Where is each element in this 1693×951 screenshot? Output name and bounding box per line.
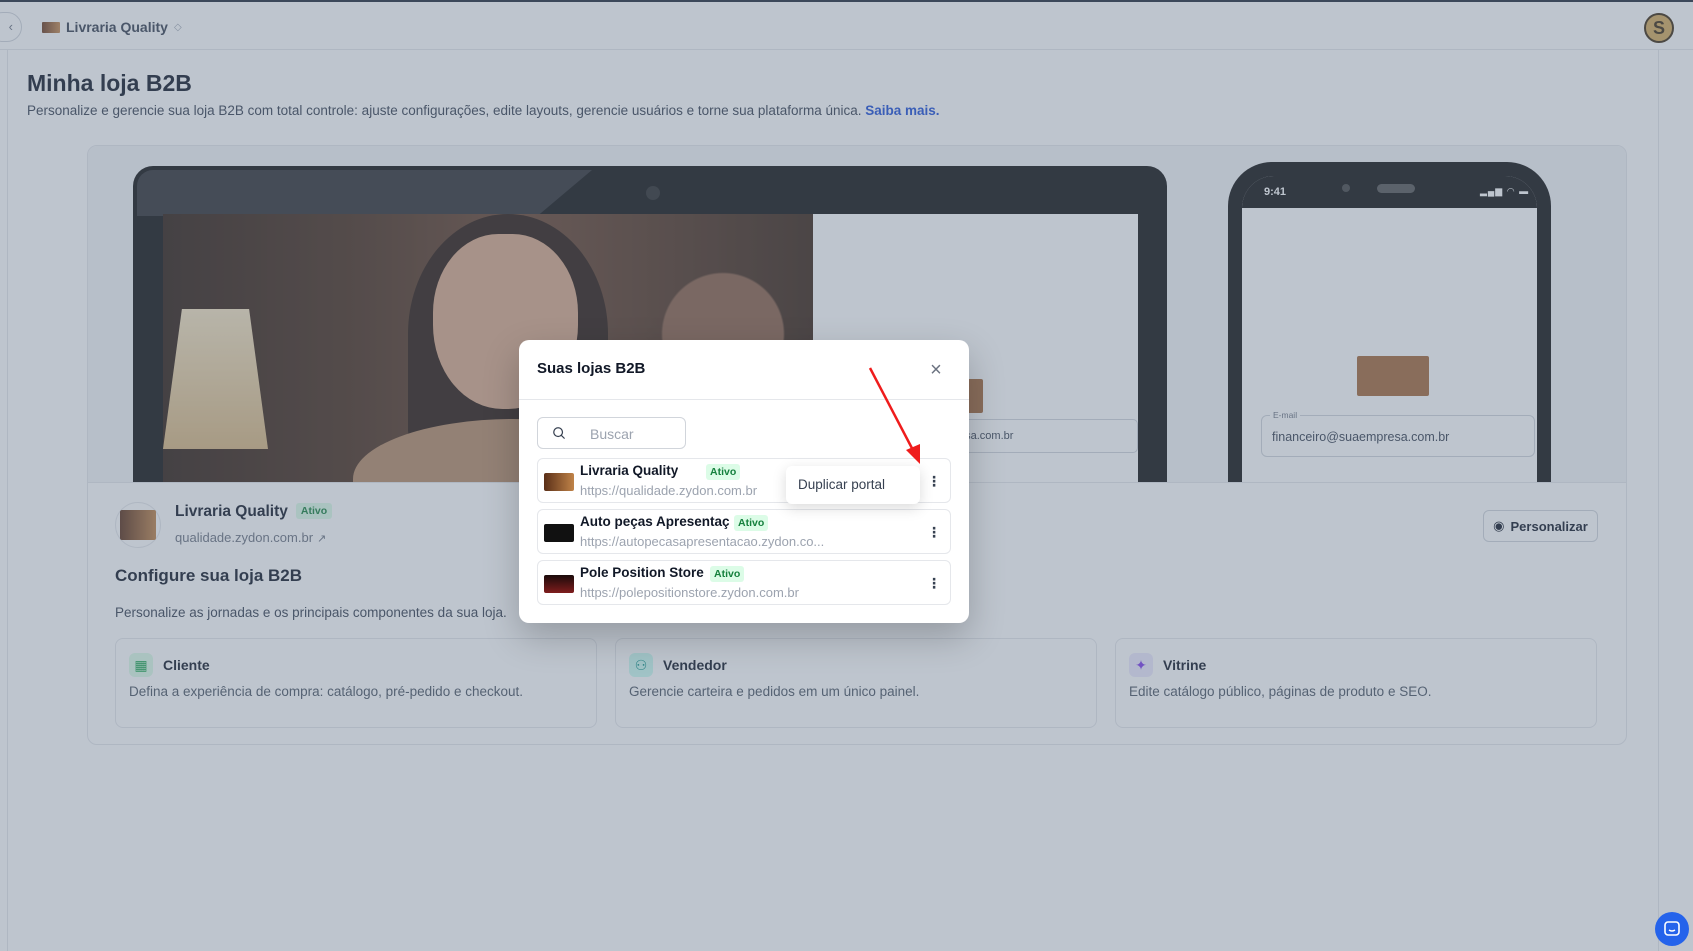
chat-support-button[interactable] (1655, 912, 1689, 946)
store-logo (544, 473, 574, 491)
modal-title: Suas lojas B2B (537, 360, 646, 377)
annotation-arrow-icon (868, 367, 920, 464)
close-icon[interactable]: × (924, 358, 948, 382)
more-vertical-icon[interactable]: ⋮ (924, 571, 944, 595)
store-row-pole-position[interactable]: Pole Position Store Ativo https://polepo… (537, 560, 951, 605)
search-box (537, 417, 686, 449)
store-row-auto-pecas[interactable]: Auto peças Apresentaç Ativo https://auto… (537, 509, 951, 554)
store-logo (544, 575, 574, 593)
search-input[interactable] (590, 424, 680, 444)
store-row-name: Auto peças Apresentaç (580, 514, 730, 529)
store-row-url: https://polepositionstore.zydon.com.br (580, 585, 799, 600)
chat-icon (1664, 921, 1680, 936)
status-badge: Ativo (706, 464, 741, 480)
more-vertical-icon[interactable]: ⋮ (924, 520, 944, 544)
store-row-url: https://qualidade.zydon.com.br (580, 483, 758, 498)
duplicate-portal-tooltip[interactable]: Duplicar portal (786, 466, 920, 504)
store-row-url: https://autopecasapresentacao.zydon.co..… (580, 534, 825, 549)
store-row-name: Livraria Quality (580, 463, 679, 478)
store-logo (544, 524, 574, 542)
search-icon (553, 427, 565, 439)
status-badge: Ativo (734, 515, 769, 531)
store-row-name: Pole Position Store (580, 565, 704, 580)
status-badge: Ativo (710, 566, 745, 582)
more-vertical-icon[interactable]: ⋮ (924, 469, 944, 493)
app-root: ‹ Livraria Quality ◇ S Minha loja B2B Pe… (0, 0, 1693, 951)
